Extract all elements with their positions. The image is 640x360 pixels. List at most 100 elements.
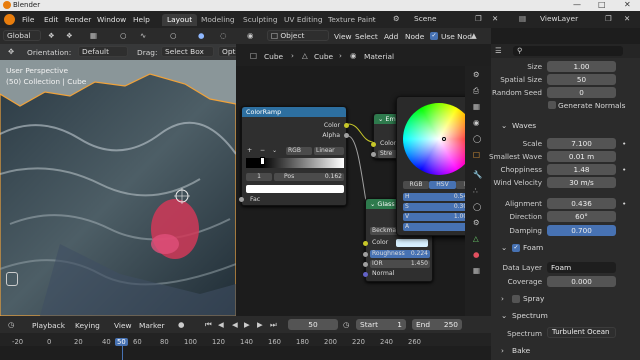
use-nodes-checkbox[interactable]: ✓ <box>430 32 438 40</box>
chevron-right-icon[interactable]: › <box>501 294 504 303</box>
glass-roughness-socket[interactable] <box>363 252 368 257</box>
spectrum-dropdown[interactable]: Turbulent Ocean <box>547 327 616 338</box>
menu-add[interactable]: Add <box>384 32 398 41</box>
data-properties-icon[interactable]: △ <box>473 234 479 243</box>
tab-layout[interactable]: Layout <box>162 14 198 26</box>
modifier-properties-icon[interactable]: 🔧 <box>473 170 482 179</box>
glass-normal-socket[interactable] <box>363 272 368 277</box>
ior-field[interactable]: IOR 1.450 <box>370 260 430 268</box>
close-scene-icon[interactable]: ✕ <box>492 14 498 23</box>
maximize-icon[interactable]: □ <box>598 0 606 9</box>
tab-sculpting[interactable]: Sculpting <box>238 14 283 26</box>
color-output-socket[interactable] <box>344 123 349 128</box>
add-stop-button[interactable]: + <box>247 147 252 154</box>
xray-icon[interactable]: ◌ <box>220 31 226 40</box>
physics-properties-icon[interactable]: ◯ <box>473 202 481 211</box>
close-icon[interactable]: ✕ <box>624 0 631 9</box>
chevron-down-icon[interactable]: ⌄ <box>272 147 277 154</box>
transform-icon[interactable]: ✥ <box>8 47 14 56</box>
menu-keying[interactable]: Keying <box>75 321 100 330</box>
collapse-icon[interactable]: ⌄ <box>378 115 383 123</box>
alignment-field[interactable]: 0.436 <box>547 198 616 209</box>
foam-panel-title[interactable]: Foam <box>523 243 543 252</box>
scene-properties-icon[interactable]: ◉ <box>473 118 479 127</box>
value-field[interactable]: V 1.000 <box>403 213 473 221</box>
render-properties-icon[interactable]: ⚙ <box>473 70 480 79</box>
constraints-properties-icon[interactable]: ⚙ <box>473 218 480 227</box>
hue-field[interactable]: H 0.548 <box>403 193 473 201</box>
falloff-icon[interactable]: ∿ <box>140 31 146 40</box>
menu-window[interactable]: Window <box>97 15 126 24</box>
coverage-field[interactable]: 0.000 <box>547 276 616 287</box>
stop-index-field[interactable]: 1 <box>246 173 272 181</box>
roughness-field[interactable]: Roughness 0.224 <box>370 250 430 258</box>
chevron-down-icon[interactable]: ⌄ <box>501 121 507 130</box>
tab-hsv[interactable]: HSV <box>429 181 456 189</box>
playhead-frame-badge[interactable]: 50 <box>115 338 128 346</box>
spray-panel-title[interactable]: Spray <box>523 294 544 303</box>
3d-viewport[interactable]: ✥ Orientation: Default Drag: Select Box … <box>0 44 236 316</box>
interpolation-dropdown[interactable]: Linear <box>314 147 344 155</box>
tab-rgb[interactable]: RGB <box>403 181 429 189</box>
scene-icon[interactable]: ⚙ <box>393 14 400 23</box>
menu-timeline-view[interactable]: View <box>114 321 132 330</box>
snap-icon[interactable]: ❖ <box>66 31 73 40</box>
menu-node[interactable]: Node <box>405 32 424 41</box>
data-layer-input[interactable]: Foam <box>547 262 616 273</box>
spectrum-panel-title[interactable]: Spectrum <box>512 311 548 320</box>
timeline-editor-type-icon[interactable]: ◷ <box>8 320 14 329</box>
glass-ior-socket[interactable] <box>363 262 368 267</box>
keyframe-dot-icon[interactable]: • <box>622 139 626 148</box>
stop-position-field[interactable]: Pos 0.162 <box>274 173 344 181</box>
chevron-right-icon[interactable]: › <box>372 14 375 23</box>
alpha-field[interactable]: A1 <box>403 223 473 231</box>
view-layer-name[interactable]: ViewLayer <box>540 14 578 23</box>
menu-help[interactable]: Help <box>133 15 150 24</box>
chevron-right-icon[interactable]: › <box>501 346 504 355</box>
color-stop-handle[interactable] <box>260 157 265 165</box>
node-editor[interactable]: ColorRamp Color Alpha + − ⌄ RGB Linear 1… <box>236 66 491 316</box>
tab-modeling[interactable]: Modeling <box>196 14 240 26</box>
wind-velocity-field[interactable]: 30 m/s <box>547 177 616 188</box>
snap-target-icon[interactable]: ▦ <box>90 31 97 40</box>
orientation-dropdown[interactable]: Default <box>78 46 128 57</box>
properties-type-icon[interactable]: ☰ <box>495 46 502 55</box>
stop-color-swatch[interactable] <box>246 185 344 193</box>
view-layer-icon[interactable]: ▤ <box>519 14 526 23</box>
alpha-output-socket[interactable] <box>344 133 349 138</box>
output-properties-icon[interactable]: ⎙ <box>473 86 479 96</box>
prev-keyframe-icon[interactable]: ◀ <box>218 320 224 329</box>
minimize-icon[interactable]: — <box>573 0 581 9</box>
menu-marker[interactable]: Marker <box>139 321 165 330</box>
object-mode-dropdown[interactable]: □ Object <box>267 30 329 41</box>
jump-start-icon[interactable]: ⏮ <box>205 320 212 330</box>
menu-view[interactable]: View <box>334 32 352 41</box>
transform-orientation-dropdown[interactable]: Global <box>3 30 41 41</box>
glass-color-socket[interactable] <box>363 241 368 246</box>
next-keyframe-icon[interactable]: ▶ <box>257 320 263 329</box>
preview-range-icon[interactable]: ◷ <box>343 320 349 329</box>
material-properties-icon[interactable]: ● <box>473 250 479 259</box>
object-properties-icon[interactable]: □ <box>473 150 480 159</box>
chevron-down-icon[interactable]: ⌄ <box>501 243 507 252</box>
size-field[interactable]: 1.00 <box>547 61 616 72</box>
waves-panel-title[interactable]: Waves <box>512 121 536 130</box>
proportional-edit-icon[interactable]: ○ <box>120 31 126 40</box>
texture-properties-icon[interactable]: ▦ <box>473 266 480 275</box>
pin-icon[interactable]: ▲ <box>471 31 477 40</box>
menu-render[interactable]: Render <box>65 15 91 24</box>
saturation-field[interactable]: S 0.303 <box>403 203 473 211</box>
menu-playback[interactable]: Playback <box>32 321 65 330</box>
drag-dropdown[interactable]: Select Box <box>161 46 214 57</box>
blender-menu-icon[interactable] <box>4 14 15 25</box>
bake-panel-title[interactable]: Bake <box>512 346 530 355</box>
fac-input-socket[interactable] <box>239 197 244 202</box>
close-view-layer-icon[interactable]: ✕ <box>624 14 630 23</box>
new-view-layer-icon[interactable]: ❐ <box>605 14 612 23</box>
collapse-icon[interactable]: ⌄ <box>370 200 375 208</box>
end-frame-field[interactable]: End 250 <box>412 319 462 330</box>
spatial-size-field[interactable]: 50 <box>547 74 616 85</box>
smallest-wave-field[interactable]: 0.01 m <box>547 151 616 162</box>
editor-type-icon[interactable]: ◉ <box>247 31 253 40</box>
keyframe-dot-icon[interactable]: • <box>622 165 626 174</box>
